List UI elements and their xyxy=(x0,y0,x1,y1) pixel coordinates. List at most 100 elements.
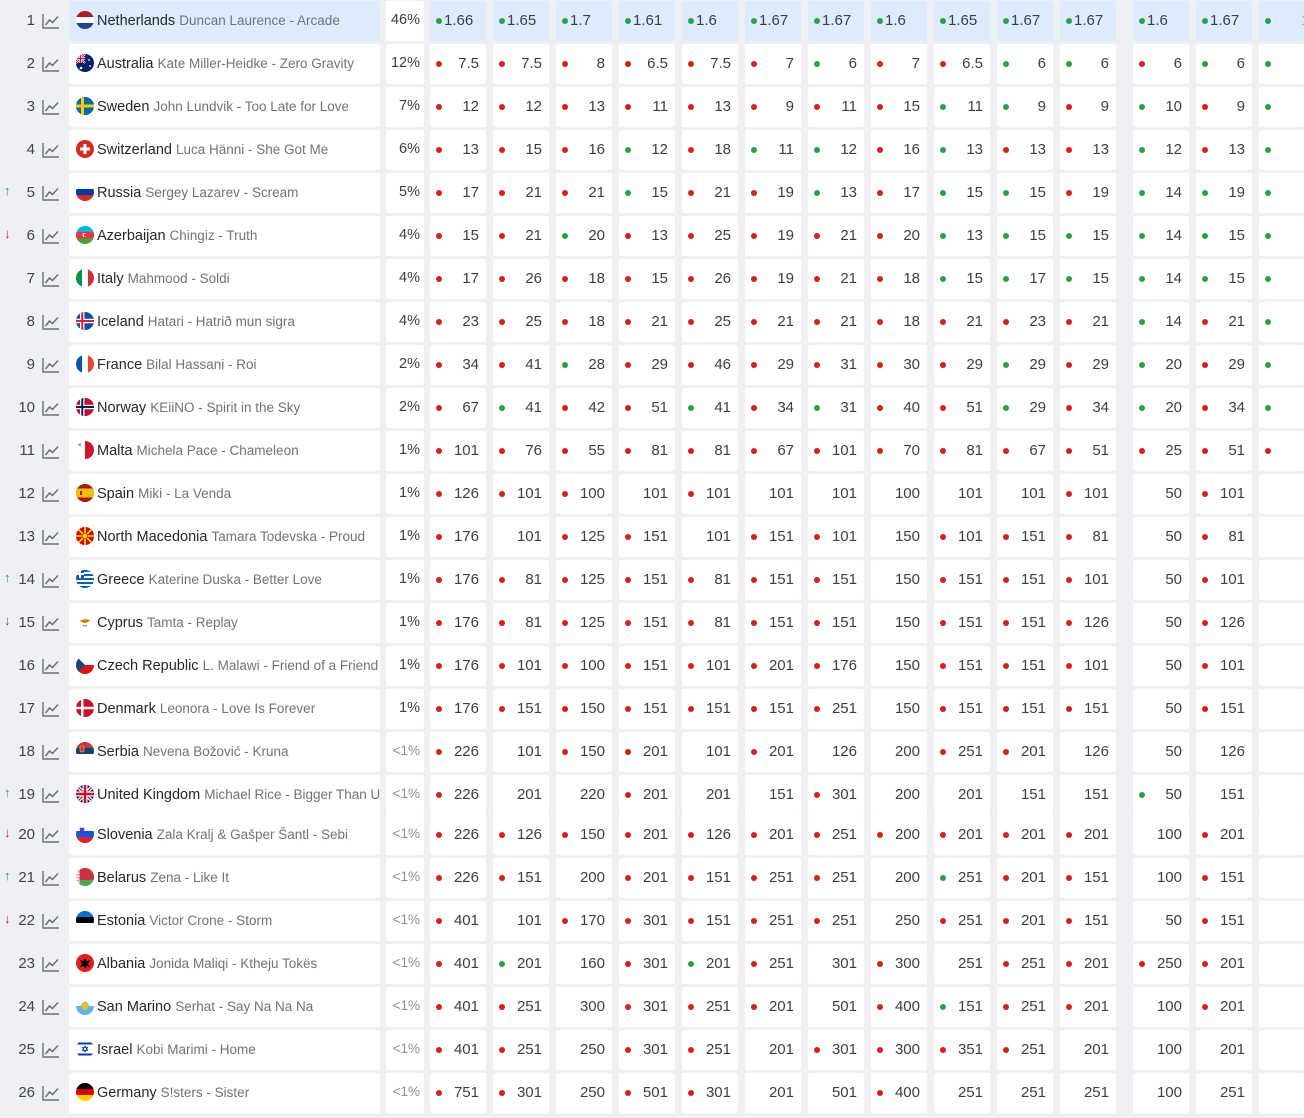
odds-cell[interactable]: 16 xyxy=(871,130,927,170)
odds-cell[interactable]: 200 xyxy=(871,775,927,815)
odds-cell[interactable]: 9 xyxy=(1060,87,1116,127)
odds-cell[interactable]: 101 xyxy=(493,901,549,941)
odds-cell[interactable]: 201 xyxy=(745,815,801,855)
odds-cell[interactable]: 251 xyxy=(745,901,801,941)
odds-cell[interactable]: 21 xyxy=(619,302,675,342)
odds-cell[interactable]: 29 xyxy=(619,345,675,385)
odds-cell[interactable]: 151 xyxy=(682,689,738,729)
odds-cell[interactable]: 100 xyxy=(1133,987,1189,1027)
odds-cell[interactable]: 200 xyxy=(556,858,612,898)
odds-cell[interactable]: 1.6 xyxy=(1133,1,1189,41)
odds-cell[interactable]: 251 xyxy=(745,858,801,898)
entry-cell[interactable]: Italy Mahmood - Soldi xyxy=(69,259,380,299)
odds-cell[interactable]: 10 xyxy=(1259,560,1304,600)
odds-cell[interactable]: 301 xyxy=(493,1073,549,1113)
odds-cell[interactable]: 251 xyxy=(808,858,864,898)
odds-cell[interactable]: 250 xyxy=(1133,944,1189,984)
entry-cell[interactable]: Serbia Nevena Božović - Kruna xyxy=(69,732,380,772)
odds-cell[interactable]: 1.7 xyxy=(556,1,612,41)
line-chart-icon[interactable] xyxy=(42,1042,60,1058)
odds-cell[interactable]: 13 xyxy=(934,216,990,256)
odds-cell[interactable]: 151 xyxy=(1060,901,1116,941)
odds-cell[interactable]: 55 xyxy=(556,431,612,471)
line-chart-icon[interactable] xyxy=(42,1085,60,1101)
table-row[interactable]: 23 Albania Jonida Maliqi - Ktheju Tokës <1… xyxy=(0,944,1304,984)
odds-cell[interactable]: 19 xyxy=(1196,173,1252,213)
odds-cell[interactable]: 20 xyxy=(1259,944,1304,984)
odds-cell[interactable]: 101 xyxy=(682,732,738,772)
odds-cell[interactable]: 15 xyxy=(934,173,990,213)
odds-cell[interactable]: 101 xyxy=(745,474,801,514)
odds-cell[interactable]: 13 xyxy=(619,216,675,256)
odds-cell[interactable]: 25 xyxy=(682,302,738,342)
table-row[interactable]: ↓ 6 Azerbaijan Chingiz - Truth 4% 15 21 20 13 25… xyxy=(0,216,1304,256)
odds-cell[interactable]: 50 xyxy=(1133,775,1189,815)
odds-cell[interactable]: 751 xyxy=(430,1073,486,1113)
odds-cell[interactable]: 1 xyxy=(1259,259,1304,299)
odds-cell[interactable]: 151 xyxy=(682,901,738,941)
entry-cell[interactable]: Netherlands Duncan Laurence - Arcade xyxy=(69,1,380,41)
entry-cell[interactable]: Germany S!sters - Sister xyxy=(69,1073,380,1113)
odds-cell[interactable]: 100 xyxy=(1133,1073,1189,1113)
odds-cell[interactable]: 251 xyxy=(934,1073,990,1113)
odds-cell[interactable]: 251 xyxy=(997,944,1053,984)
odds-cell[interactable]: 14 xyxy=(1133,259,1189,299)
odds-cell[interactable]: 176 xyxy=(808,646,864,686)
line-chart-icon[interactable] xyxy=(42,572,60,588)
odds-cell[interactable]: 6 xyxy=(1060,44,1116,84)
odds-cell[interactable]: 501 xyxy=(619,1073,675,1113)
odds-cell[interactable]: 151 xyxy=(745,517,801,557)
odds-cell[interactable]: 1.6 xyxy=(871,1,927,41)
odds-cell[interactable]: 201 xyxy=(997,858,1053,898)
odds-cell[interactable]: 21 xyxy=(808,216,864,256)
odds-cell[interactable]: 401 xyxy=(430,1030,486,1070)
odds-cell[interactable]: 251 xyxy=(1060,1073,1116,1113)
table-row[interactable]: 2 Australia Kate Miller-Heidke - Zero Gra… xyxy=(0,44,1304,84)
odds-cell[interactable]: 201 xyxy=(745,732,801,772)
odds-cell[interactable]: 101 xyxy=(493,474,549,514)
odds-cell[interactable]: 201 xyxy=(1196,815,1252,855)
odds-cell[interactable]: 10 xyxy=(1259,517,1304,557)
odds-cell[interactable]: 15 xyxy=(619,259,675,299)
entry-cell[interactable]: Norway KEiiNO - Spirit in the Sky xyxy=(69,388,380,428)
odds-cell[interactable]: 1.66 xyxy=(430,1,486,41)
odds-cell[interactable]: 13 xyxy=(682,87,738,127)
odds-cell[interactable]: 50 xyxy=(1133,901,1189,941)
table-row[interactable]: ↑ 5 Russia Sergey Lazarev - Scream 5% 17 21 21… xyxy=(0,173,1304,213)
line-chart-icon[interactable] xyxy=(42,13,60,29)
odds-cell[interactable]: 2 xyxy=(1259,302,1304,342)
odds-cell[interactable]: 1 xyxy=(1259,216,1304,256)
odds-cell[interactable]: 151 xyxy=(934,987,990,1027)
odds-cell[interactable]: 1.67 xyxy=(808,1,864,41)
odds-cell[interactable]: 151 xyxy=(997,517,1053,557)
line-chart-icon[interactable] xyxy=(42,956,60,972)
entry-cell[interactable]: Greece Katerine Duska - Better Love xyxy=(69,560,380,600)
entry-cell[interactable]: Russia Sergey Lazarev - Scream xyxy=(69,173,380,213)
odds-cell[interactable]: 50 xyxy=(1133,689,1189,729)
line-chart-icon[interactable] xyxy=(42,827,60,843)
odds-cell[interactable]: 20 xyxy=(1133,345,1189,385)
odds-cell[interactable]: 13 xyxy=(556,87,612,127)
odds-cell[interactable]: 2 xyxy=(1259,388,1304,428)
entry-cell[interactable]: Spain Miki - La Venda xyxy=(69,474,380,514)
odds-cell[interactable]: 6 xyxy=(997,44,1053,84)
odds-cell[interactable]: 41 xyxy=(493,388,549,428)
odds-cell[interactable]: 501 xyxy=(808,987,864,1027)
odds-cell[interactable]: 11 xyxy=(808,87,864,127)
odds-cell[interactable]: 200 xyxy=(871,732,927,772)
odds-cell[interactable]: 250 xyxy=(871,901,927,941)
odds-cell[interactable]: 151 xyxy=(1060,775,1116,815)
line-chart-icon[interactable] xyxy=(42,271,60,287)
odds-cell[interactable]: 29 xyxy=(934,345,990,385)
line-chart-icon[interactable] xyxy=(42,443,60,459)
odds-cell[interactable]: 251 xyxy=(1196,1073,1252,1113)
odds-cell[interactable]: 11 xyxy=(745,130,801,170)
odds-cell[interactable]: 226 xyxy=(430,858,486,898)
table-row[interactable]: ↑ 14 Greece Katerine Duska - Better Love 1%… xyxy=(0,560,1304,600)
line-chart-icon[interactable] xyxy=(42,701,60,717)
odds-cell[interactable]: 400 xyxy=(871,1073,927,1113)
odds-cell[interactable]: 1 xyxy=(1259,173,1304,213)
table-row[interactable]: 4 Switzerland Luca Hänni - She Got Me 6% 13… xyxy=(0,130,1304,170)
entry-cell[interactable]: Israel Kobi Marimi - Home xyxy=(69,1030,380,1070)
odds-cell[interactable]: 34 xyxy=(1196,388,1252,428)
